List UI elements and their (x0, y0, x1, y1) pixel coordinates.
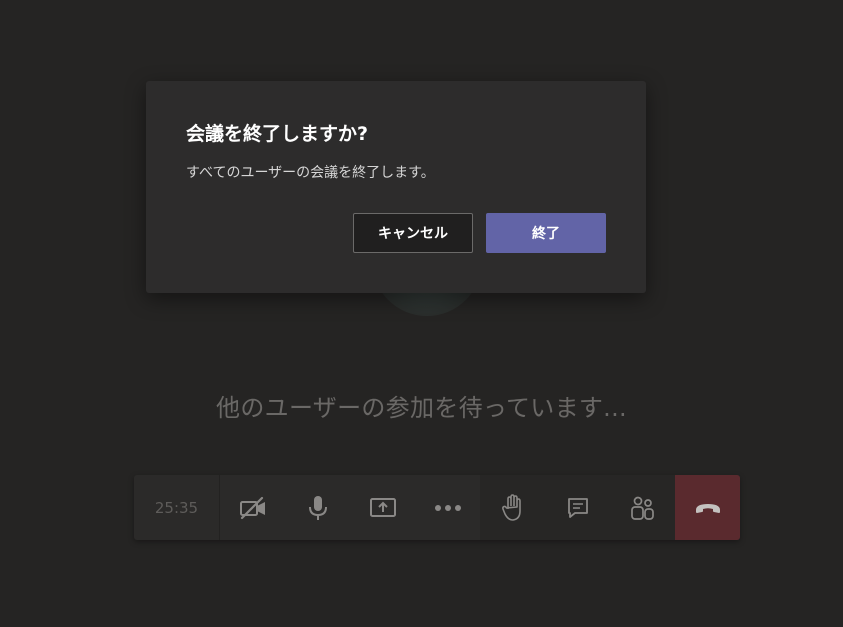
more-options-button[interactable] (415, 475, 480, 540)
share-screen-icon (369, 497, 396, 517)
microphone-icon (308, 495, 327, 520)
dialog-message: すべてのユーザーの会議を終了します。 (186, 165, 435, 181)
dialog-title: 会議を終了しますか? (186, 123, 369, 145)
call-control-bar: 25:35 (134, 475, 740, 540)
microphone-button[interactable] (285, 475, 350, 540)
participants-button[interactable] (610, 475, 675, 540)
secondary-controls (480, 475, 675, 540)
more-options-icon (434, 504, 461, 511)
chat-button[interactable] (545, 475, 610, 540)
waiting-message: 他のユーザーの参加を待っています... (216, 394, 627, 422)
end-meeting-button[interactable]: 終了 (486, 213, 606, 253)
end-meeting-dialog: 会議を終了しますか? すべてのユーザーの会議を終了します。 キャンセル 終了 (146, 81, 646, 293)
camera-toggle-button[interactable] (220, 475, 285, 540)
call-timer: 25:35 (134, 475, 220, 540)
share-screen-button[interactable] (350, 475, 415, 540)
raise-hand-button[interactable] (480, 475, 545, 540)
participants-icon (630, 496, 654, 520)
raise-hand-icon (501, 493, 521, 521)
camera-off-icon (239, 496, 265, 519)
hang-up-icon (695, 503, 720, 513)
primary-controls (220, 475, 480, 540)
hang-up-button[interactable] (675, 475, 740, 540)
chat-icon (567, 497, 588, 518)
cancel-button[interactable]: キャンセル (353, 213, 473, 253)
